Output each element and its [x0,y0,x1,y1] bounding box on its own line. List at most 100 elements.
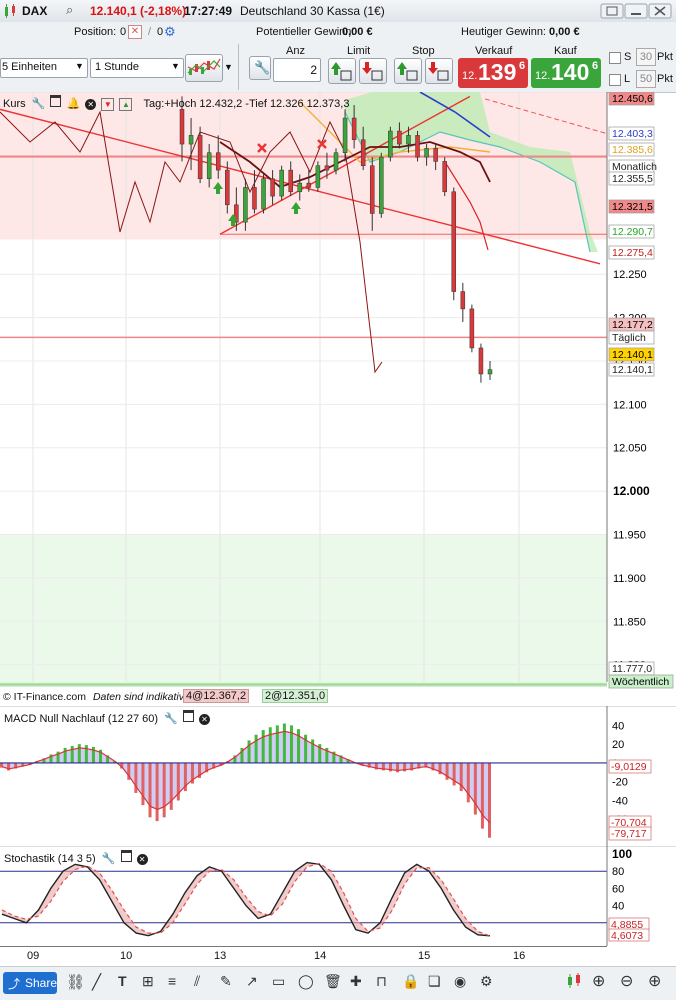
remove-icon[interactable]: ✕ [85,99,97,110]
timeframe-select[interactable]: 1 Stunde ▼ [90,58,184,78]
magnet-icon[interactable]: ⊓ [376,973,387,990]
text-tool-icon[interactable]: T [118,973,127,989]
candle-body [279,169,284,197]
shape-icon[interactable]: ▭ [272,973,285,990]
stop-sell-button[interactable] [425,58,453,84]
measure-icon[interactable]: ⊞ [142,973,154,990]
window-icon[interactable] [182,710,194,722]
price-tag-text: 12.355,5 [612,173,653,185]
add-down-icon[interactable]: ▼ [101,98,115,111]
macd-histogram-bar [254,734,258,763]
macd-histogram-bar [155,762,159,822]
x-tick-label: 16 [513,950,526,962]
maximize-icon [624,3,648,19]
x-tick-label: 15 [418,950,431,962]
sell-price-prefix: 12. [462,70,478,82]
stoch-fill [2,862,490,937]
order-tag-buy[interactable]: 2@12.351,0 [262,689,329,703]
macd-panel[interactable]: 40200-20-40-60-9,0129-70,704-79,717 MACD… [0,705,676,846]
limit-checkbox[interactable] [609,74,621,86]
crosshair-icon[interactable]: ✚ [350,973,362,990]
price-tag: 12.385,6 [608,142,655,157]
wrench-icon: 🔧 [254,60,271,75]
limit-up-icon [331,62,352,81]
window-icon[interactable] [120,850,132,862]
candle-body [243,187,248,223]
candle-body [297,182,303,193]
quote-time: 17:27:49 [184,4,233,18]
fibonacci-icon[interactable]: ≡ [168,973,176,989]
lock-icon[interactable]: 🔒 [402,973,419,990]
instrument-name[interactable]: DAX [22,4,47,18]
share-button[interactable]: ⤴ Share [3,972,57,994]
pen-icon[interactable]: ✎ [220,973,232,990]
buy-button[interactable]: 12. 140 6 [531,58,601,88]
candle-body [197,135,203,180]
search-icon[interactable]: ⌕ [66,2,73,18]
chart-indicator-icon [187,58,221,75]
macd-y-tick: 20 [612,739,624,751]
weekly-level-band [0,682,607,687]
candle-body [397,130,402,145]
price-chart[interactable]: 12.25012.20012.15012.10012.05012.00011.9… [0,91,676,706]
remove-icon[interactable]: ✕ [136,854,148,865]
chart-type-chevron-icon[interactable]: ▼ [224,62,233,72]
candle-body [333,152,339,171]
quantity-input[interactable]: 2 [273,58,321,82]
add-up-icon[interactable]: ▲ [119,98,133,111]
candle-body [351,117,357,140]
y-tick-label: 12.250 [613,269,647,281]
candle-mode-icon[interactable] [566,972,582,993]
wrench-icon[interactable]: 🔧 [164,713,178,725]
eye-icon[interactable]: ◉ [454,973,466,990]
candle-body [469,308,475,349]
source-label: © IT-Finance.com [3,691,87,703]
wrench-icon[interactable]: 🔧 [102,853,116,865]
sync-icon[interactable]: ⛓ [66,973,85,991]
limit-points-input[interactable]: 50 [636,70,656,88]
delete-drawings-icon[interactable]: 🗑 [324,973,342,990]
stop-buy-button[interactable] [394,58,422,84]
layers-icon[interactable]: ❏ [428,973,441,990]
zoom-out-icon[interactable]: ⊖ [620,971,633,991]
sell-price-main: 139 [478,59,517,85]
order-tag-sell[interactable]: 4@12.367,2 [183,689,250,703]
bell-icon[interactable]: 🔔 [67,98,81,110]
settings-wrench-button[interactable]: 🔧 [249,56,271,80]
buy-price-main: 140 [551,59,590,85]
stop-loss-checkbox[interactable] [609,52,621,64]
macd-y-tick: -20 [612,777,628,789]
settings-gear-icon[interactable]: ⚙ [480,973,493,990]
stop-loss-label: S [624,51,632,63]
remove-icon[interactable]: ✕ [198,714,210,725]
macd-histogram-bar [480,762,484,829]
price-tag: 12.275,4 [608,245,655,260]
limit-points-label: L [624,73,631,85]
ellipse-icon[interactable]: ◯ [298,973,314,990]
candle-body [315,165,321,188]
limit-sell-button[interactable] [359,58,387,84]
stochastic-panel[interactable]: 100 80 60 40 4,8855 4,6073 Stochastik (14 3 5… [0,845,676,946]
close-position-icon[interactable]: ✕ [128,25,142,39]
sell-button[interactable]: 12. 139 6 [458,58,528,88]
resistance-zone [0,92,607,240]
limit-buy-button[interactable] [328,58,356,84]
wrench-icon[interactable]: 🔧 [32,98,46,110]
price-tag: Wöchentlich [608,674,674,689]
draw-line-icon[interactable]: ╱ [92,973,101,991]
units-select[interactable]: 5 Einheiten ▼ [0,58,88,78]
stop-loss-points-input[interactable]: 30 [636,48,656,66]
price-tag: Täglich [608,330,655,345]
chart-type-button[interactable] [185,54,223,82]
y-tick-label: 12.000 [613,484,650,498]
zoom-fit-icon[interactable]: ⊕ [592,971,605,991]
macd-histogram-bar [70,746,74,763]
trend-channel-icon[interactable]: ⫽ [194,973,200,990]
arrow-icon[interactable]: ↗ [246,973,258,990]
window-icon[interactable] [50,95,62,107]
timeframe-select-value: 1 Stunde [95,61,140,73]
zoom-in-icon[interactable]: ⊕ [648,971,661,991]
orders-gear-icon[interactable]: ⚙ [164,24,176,40]
buy-price-prefix: 12. [535,70,551,82]
quote-change: 12.140,1 (-2,18%) [90,4,187,18]
